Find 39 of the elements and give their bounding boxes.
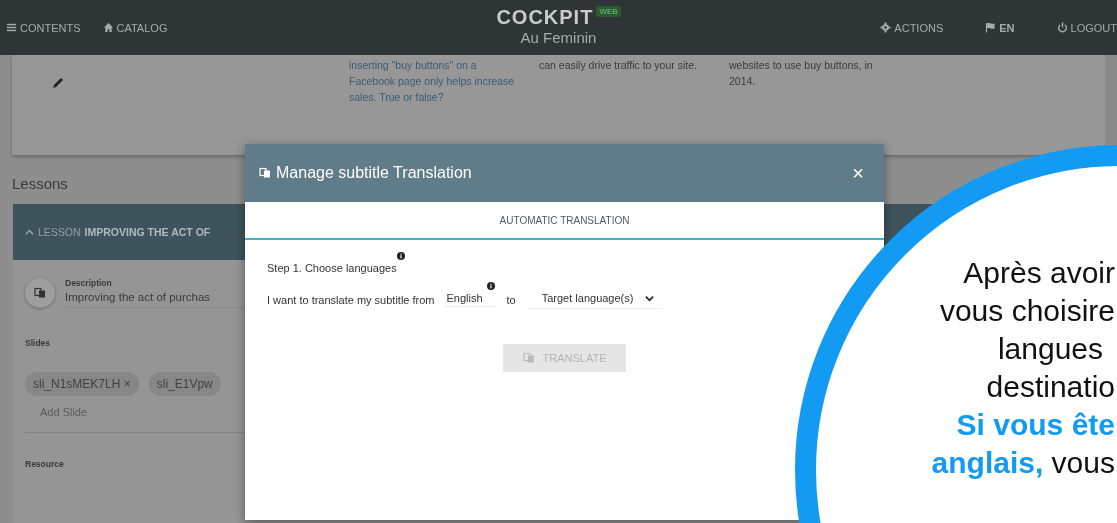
- slide-chip[interactable]: sli_N1sMEK7LH ×: [25, 372, 139, 396]
- callout-text: Après avoir vous choisire langues destinatio Si vous ête anglais, vous: [931, 255, 1115, 481]
- section-heading: Lessons: [12, 175, 69, 192]
- close-button[interactable]: ×: [848, 161, 868, 185]
- nav-link[interactable]: CATALOG: [102, 21, 168, 34]
- home-icon: [102, 22, 114, 33]
- lesson-label: LESSON: [38, 226, 81, 238]
- nav-link[interactable]: CONTENTS: [6, 21, 81, 34]
- logo-text: COCKPIT: [496, 6, 594, 29]
- info-icon: [396, 252, 405, 260]
- to-label: to: [506, 293, 516, 306]
- nav-link[interactable]: EN: [985, 21, 1015, 34]
- step-label: Step 1. Choose languages: [267, 262, 397, 274]
- logo-badge: WEB: [596, 6, 621, 17]
- info-icon: [486, 282, 495, 290]
- translate-icon: [34, 287, 46, 299]
- field-label: Resource: [25, 459, 65, 469]
- translate-icon: [259, 167, 271, 179]
- menu-icon: [6, 22, 17, 33]
- dialog-title: Manage subtitle Translation: [276, 164, 472, 182]
- chevron-down-icon: [645, 293, 655, 303]
- translate-button[interactable]: [25, 278, 55, 308]
- power-icon: [1056, 22, 1068, 33]
- answer-text: can easily drive traffic to your site.: [539, 58, 698, 73]
- flag-icon: [985, 22, 997, 33]
- slide-chip[interactable]: sli_E1Vpw: [148, 372, 221, 396]
- client-name: Au Feminin: [520, 29, 597, 46]
- caret-icon: [25, 227, 34, 237]
- tab[interactable]: AUTOMATIC TRANSLATION: [245, 202, 884, 238]
- target-language-select[interactable]: Target language(s): [527, 290, 663, 309]
- field-label: Description: [65, 278, 113, 288]
- lesson-title: IMPROVING THE ACT OF: [84, 226, 211, 238]
- answer-text: websites to use buy buttons, in 2014.: [729, 58, 874, 89]
- field-label: Slides: [25, 338, 52, 348]
- nav-link[interactable]: LOGOUT: [1056, 21, 1117, 34]
- settings-icon: [880, 22, 892, 33]
- pencil-icon[interactable]: [52, 77, 64, 89]
- nav-link[interactable]: ACTIONS: [880, 21, 944, 34]
- translate-icon: [522, 352, 535, 364]
